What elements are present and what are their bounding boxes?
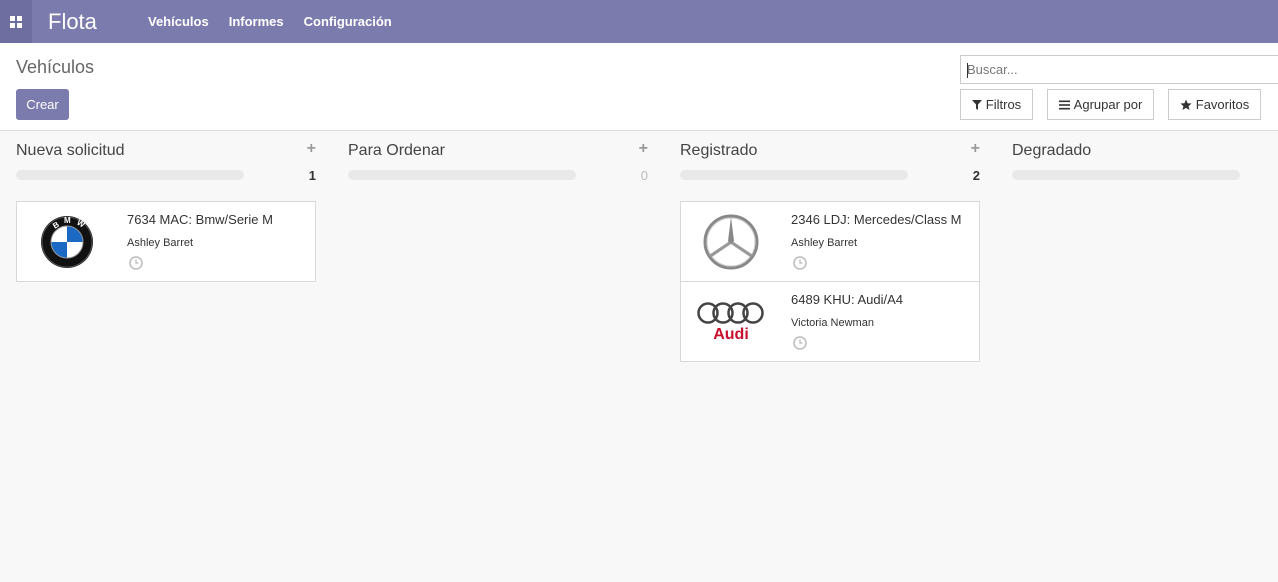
group-by-button[interactable]: Agrupar por (1047, 89, 1154, 120)
filter-icon (971, 99, 982, 110)
vehicle-card[interactable]: 2346 LDJ: Mercedes/Class M Ashley Barret (680, 201, 980, 282)
bmw-logo: B M W (27, 210, 107, 274)
apps-menu-button[interactable] (0, 0, 32, 43)
app-brand: Flota (48, 8, 97, 34)
column-progress-bar[interactable] (680, 170, 908, 180)
column-progress-bar[interactable] (1012, 170, 1240, 180)
column-title: Para Ordenar (348, 142, 445, 159)
clock-icon[interactable] (793, 336, 807, 350)
kanban-board: Nueva solicitud + 1 B M W 7634 MAC: Bmw/… (0, 131, 1278, 582)
vehicle-card[interactable]: Audi 6489 KHU: Audi/A4 Victoria Newman (680, 281, 980, 362)
search-input[interactable] (961, 56, 1278, 83)
quick-create-button[interactable]: + (971, 140, 980, 158)
column-count: 1 (308, 168, 316, 183)
apps-grid-icon (10, 15, 22, 28)
top-navbar: Flota Vehículos Informes Configuración (0, 0, 1278, 43)
vehicle-card-driver: Ashley Barret (127, 237, 194, 249)
mercedes-logo (691, 210, 771, 274)
quick-create-button[interactable]: + (639, 140, 648, 158)
column-count: 2 (972, 168, 980, 183)
menu-item-vehiculos[interactable]: Vehículos (138, 14, 219, 29)
filters-button[interactable]: Filtros (960, 89, 1033, 120)
menu-item-configuracion[interactable]: Configuración (294, 14, 402, 29)
breadcrumb: Vehículos (16, 57, 95, 77)
star-icon (1180, 99, 1192, 110)
vehicle-card-title: 2346 LDJ: Mercedes/Class M (791, 212, 962, 227)
vehicle-card[interactable]: B M W 7634 MAC: Bmw/Serie M Ashley Barre… (16, 201, 316, 282)
audi-logo: Audi (691, 290, 771, 354)
text-cursor (967, 63, 968, 78)
clock-icon[interactable] (793, 256, 807, 270)
clock-icon[interactable] (129, 256, 143, 270)
svg-text:Audi: Audi (713, 326, 749, 343)
svg-text:M: M (64, 216, 71, 225)
group-by-label: Agrupar por (1073, 97, 1143, 112)
column-progress-bar[interactable] (348, 170, 576, 180)
control-panel: Vehículos Crear Filtros Agrupar por Favo… (0, 43, 1278, 131)
vehicle-card-driver: Ashley Barret (791, 237, 858, 249)
list-icon (1058, 100, 1070, 109)
favorites-button[interactable]: Favoritos (1168, 89, 1261, 120)
create-button[interactable]: Crear (16, 89, 69, 120)
column-title: Nueva solicitud (16, 142, 125, 159)
quick-create-button[interactable]: + (307, 140, 316, 158)
column-progress-bar[interactable] (16, 170, 244, 180)
column-title: Registrado (680, 142, 758, 159)
filters-label: Filtros (985, 97, 1022, 112)
favorites-label: Favoritos (1195, 97, 1250, 112)
search-box[interactable] (960, 55, 1278, 84)
vehicle-card-title: 6489 KHU: Audi/A4 (791, 292, 904, 307)
column-count: 0 (640, 168, 648, 183)
column-title: Degradado (1012, 142, 1092, 159)
menu-item-informes[interactable]: Informes (219, 14, 294, 29)
vehicle-card-driver: Victoria Newman (791, 317, 874, 329)
vehicle-card-title: 7634 MAC: Bmw/Serie M (127, 212, 273, 227)
